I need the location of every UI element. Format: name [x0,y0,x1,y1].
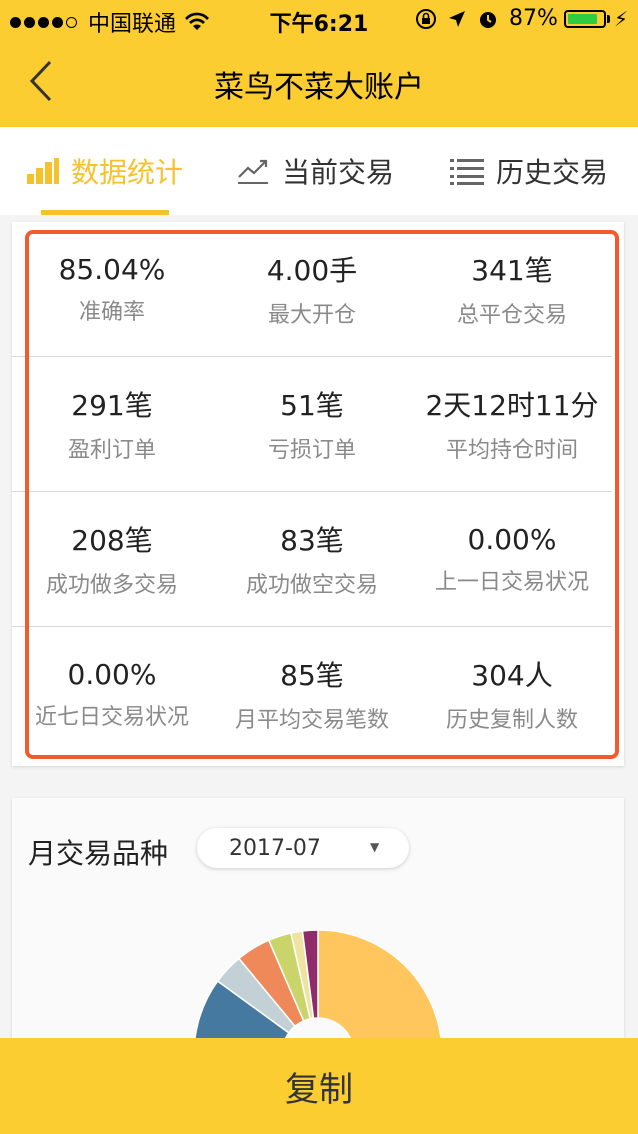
tab-bar: 数据统计 当前交易 历史交易 [0,127,638,215]
stat-short-success: 83笔 成功做空交易 [212,492,412,626]
stats-card: 85.04% 准确率 4.00手 最大开仓 341笔 总平仓交易 291笔 盈利… [12,222,624,766]
stat-last-seven-days: 0.00% 近七日交易状况 [12,627,212,761]
alarm-icon [480,11,497,28]
stats-row: 291笔 盈利订单 51笔 亏损订单 2天12时11分 平均持仓时间 [12,357,612,492]
status-bar: 中国联通 下午6:21 87% ⚡ [0,0,638,40]
tab-history-trades-label: 历史交易 [495,156,608,189]
stat-label: 盈利订单 [67,438,156,463]
location-icon [449,10,466,27]
tab-active-indicator [41,210,169,215]
stat-value: 291笔 [71,389,153,422]
stat-value: 85笔 [280,659,344,692]
stat-accuracy: 85.04% 准确率 [12,222,212,356]
page-title: 菜鸟不菜大账户 [214,70,424,105]
stats-row: 85.04% 准确率 4.00手 最大开仓 341笔 总平仓交易 [12,222,612,357]
stat-label: 亏损订单 [267,438,356,463]
list-icon [449,159,484,185]
stat-label: 历史复制人数 [445,708,578,733]
battery-percent: 87% [509,6,558,31]
charging-icon: ⚡ [613,6,628,31]
screen: 中国联通 下午6:21 87% ⚡ 菜鸟不菜大账户 数据统计 当前交易 历史交易… [0,0,638,1134]
stat-avg-hold-time: 2天12时11分 平均持仓时间 [412,357,612,491]
stat-value: 304人 [471,659,553,692]
stat-label: 最大开仓 [267,303,356,328]
stat-label: 上一日交易状况 [434,569,589,595]
monthly-title: 月交易品种 [28,837,169,870]
trend-line-icon [237,159,268,184]
stat-value: 51笔 [280,389,344,422]
rotation-lock-icon [416,8,437,29]
stats-row: 0.00% 近七日交易状况 85笔 月平均交易笔数 304人 历史复制人数 [12,627,612,761]
stat-value: 341笔 [471,254,553,287]
stat-label: 平均持仓时间 [445,438,578,463]
stat-value: 85.04% [58,252,166,286]
bar-chart-icon [26,158,59,184]
stat-value: 0.00% [467,522,557,556]
stat-value: 2天12时11分 [425,389,599,422]
header: 中国联通 下午6:21 87% ⚡ 菜鸟不菜大账户 [0,0,638,127]
stat-long-success: 208笔 成功做多交易 [12,492,212,626]
dropdown-caret-icon: ▼ [370,840,380,854]
stat-profit-orders: 291笔 盈利订单 [12,357,212,491]
stat-label: 近七日交易状况 [34,704,189,730]
month-picker-value: 2017-07 [229,836,321,861]
stat-max-position: 4.00手 最大开仓 [212,222,412,356]
monthly-card: 月交易品种 2017-07 ▼ [12,798,624,1058]
stat-total-closed: 341笔 总平仓交易 [412,222,612,356]
stats-row: 208笔 成功做多交易 83笔 成功做空交易 0.00% 上一日交易状况 [12,492,612,627]
stat-loss-orders: 51笔 亏损订单 [212,357,412,491]
status-right: 87% ⚡ [415,6,628,31]
copy-button[interactable]: 复制 [0,1038,638,1134]
stat-label: 成功做空交易 [245,573,378,598]
stat-label: 成功做多交易 [45,573,178,598]
copy-button-label: 复制 [285,1069,353,1110]
tab-current-trades-label: 当前交易 [281,156,394,189]
battery-icon [563,9,610,28]
pie-chart [193,929,443,1058]
stat-label: 准确率 [78,299,145,325]
stat-value: 208笔 [71,524,153,557]
stat-monthly-avg: 85笔 月平均交易笔数 [212,627,412,761]
tab-statistics[interactable]: 数据统计 [0,127,210,215]
stats-grid: 85.04% 准确率 4.00手 最大开仓 341笔 总平仓交易 291笔 盈利… [12,222,612,761]
stat-label: 月平均交易笔数 [234,708,389,733]
stat-value: 83笔 [280,524,344,557]
nav-bar: 菜鸟不菜大账户 [0,40,638,127]
stat-value: 4.00手 [266,254,358,287]
month-picker[interactable]: 2017-07 ▼ [197,828,409,868]
stat-prev-day: 0.00% 上一日交易状况 [412,492,612,626]
tab-history-trades[interactable]: 历史交易 [420,127,638,215]
tab-statistics-label: 数据统计 [70,156,183,189]
stat-copy-count: 304人 历史复制人数 [412,627,612,761]
tab-current-trades[interactable]: 当前交易 [210,127,420,215]
stat-value: 0.00% [67,657,157,691]
stat-label: 总平仓交易 [456,303,567,328]
